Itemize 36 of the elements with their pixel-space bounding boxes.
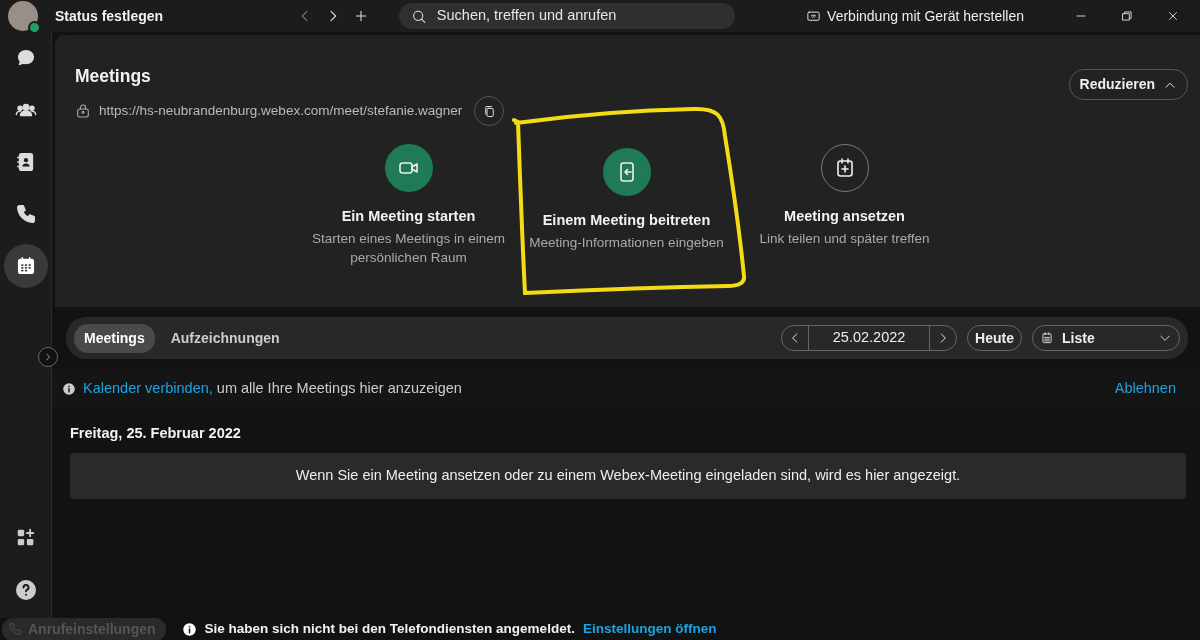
info-icon — [181, 621, 197, 637]
action-title[interactable]: Einem Meeting beitreten — [542, 210, 711, 232]
collapse-button[interactable]: Reduzieren — [1068, 69, 1188, 100]
meeting-url: https://hs-neubrandenburg.webex.com/meet/stefanie.wagner — [99, 102, 463, 121]
phone-icon — [14, 203, 37, 225]
status-message: Sie haben sich nicht bei den Telefondiensten angemeldet. — [204, 619, 575, 638]
day-heading: Freitag, 25. Februar 2022 — [69, 424, 242, 443]
expand-button[interactable] — [38, 347, 58, 367]
empty-state-message: Wenn Sie ein Meeting ansetzen oder zu einem Webex-Meeting eingeladen sind, wird es hier angezeigt. — [70, 452, 1186, 499]
search-field[interactable]: Suchen, treffen und anrufen — [434, 4, 724, 28]
date-value[interactable]: 25.02.2022 — [809, 327, 930, 349]
chevron-right-icon — [43, 352, 53, 362]
lock-icon — [75, 103, 91, 120]
action-title[interactable]: Meeting ansetzen — [784, 206, 905, 228]
restore-icon — [1120, 9, 1134, 23]
connect-device-button[interactable]: Verbindung mit Gerät herstellen — [800, 5, 1030, 27]
page-title: Meetings — [75, 65, 151, 88]
dismiss-link[interactable]: Ablehnen — [1114, 378, 1176, 400]
action-title[interactable]: Ein Meeting starten — [341, 206, 476, 228]
user-avatar[interactable] — [8, 1, 38, 31]
action-subtitle: Link teilen und später treffen — [758, 230, 931, 248]
connect-calendar-link[interactable]: Kalender verbinden, — [83, 380, 213, 397]
close-icon — [1166, 9, 1180, 23]
tab[interactable]: Aufzeichnungen — [160, 323, 290, 353]
notice-text: Kalender verbinden, um alle Ihre Meetings hier anzuzeigen — [83, 379, 462, 399]
sidebar-item[interactable] — [3, 244, 48, 288]
calendar-list-icon — [1040, 331, 1054, 345]
help-icon — [13, 578, 38, 602]
action-subtitle: Starten eines Meetings in einem persönlichen Raum — [311, 230, 506, 267]
action-subtitle: Meeting-Informationen eingeben — [528, 234, 725, 252]
tab[interactable]: Meetings — [74, 323, 155, 353]
status-label[interactable]: Status festlegen — [55, 5, 164, 27]
search-bar[interactable]: Suchen, treffen und anrufen — [399, 3, 736, 29]
screen-wifi-icon — [806, 8, 822, 24]
open-settings-link[interactable]: Einstellungen öffnen — [582, 618, 717, 640]
info-icon — [62, 382, 76, 396]
